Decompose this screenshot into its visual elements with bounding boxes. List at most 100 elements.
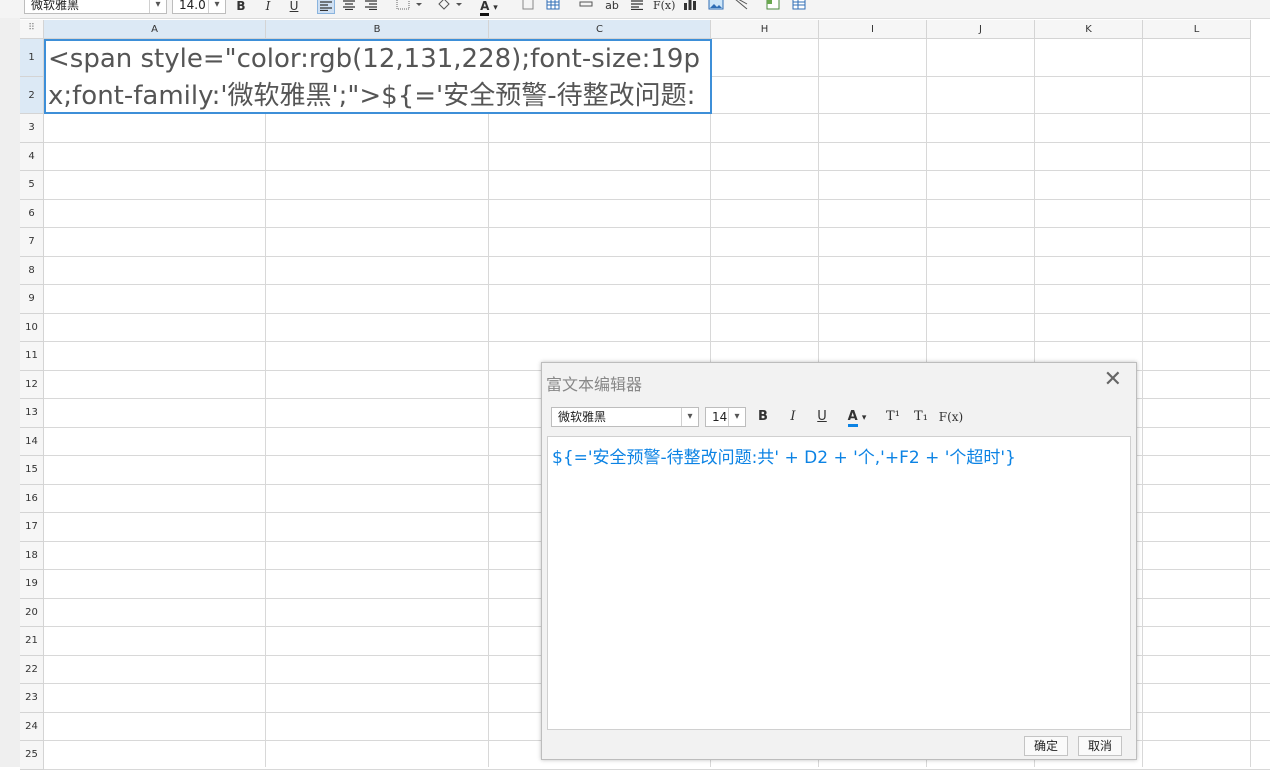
row-header-4[interactable]: 4 (20, 142, 44, 171)
row-header-8[interactable]: 8 (20, 256, 44, 285)
dialog-font-size-value: 14 (712, 410, 728, 424)
sheet-icon (766, 0, 780, 10)
list-button[interactable] (791, 0, 807, 14)
table-icon (546, 0, 560, 10)
slash-icon (735, 0, 748, 10)
dialog-formula-button[interactable]: F(x) (938, 407, 964, 427)
column-header-k[interactable]: K (1035, 20, 1143, 39)
dialog-font-size-select[interactable]: 14 ▾ (705, 407, 746, 427)
border-button[interactable] (394, 0, 426, 14)
subscript-button[interactable]: T₁ (910, 407, 932, 427)
table-row[interactable] (44, 171, 1270, 200)
merge-button[interactable] (578, 0, 594, 14)
confirm-button[interactable]: 确定 (1024, 736, 1068, 756)
merge-icon (579, 1, 593, 7)
insert-cell-button[interactable] (520, 0, 536, 14)
slash-button[interactable] (733, 0, 749, 14)
chevron-down-icon[interactable]: ▾ (208, 0, 225, 13)
paragraph-button[interactable] (629, 0, 645, 14)
align-center-icon (343, 0, 355, 11)
chevron-down-icon: ▾ (493, 3, 498, 13)
column-header-b[interactable]: B (266, 20, 489, 39)
align-left-button[interactable] (317, 0, 335, 14)
dialog-italic-button[interactable]: I (786, 407, 800, 427)
cell-text-line-2: x;font-family:'微软雅黑';">${='安全预警-待整改问题: (48, 81, 696, 111)
cancel-button[interactable]: 取消 (1078, 736, 1122, 756)
table-row[interactable] (44, 257, 1270, 285)
chevron-down-icon[interactable]: ▾ (681, 408, 698, 426)
italic-button[interactable]: I (261, 0, 275, 14)
row-header-10[interactable]: 10 (20, 313, 44, 342)
select-all-corner[interactable]: ⠿ (20, 20, 44, 39)
left-panel-strip (0, 18, 20, 767)
merged-cell-a1-c2[interactable]: <span style="color:rgb(12,131,228);font-… (44, 39, 712, 114)
bold-button[interactable]: B (234, 0, 248, 14)
align-left-icon (320, 1, 332, 12)
row-header-15[interactable]: 15 (20, 456, 44, 485)
row-header-23[interactable]: 23 (20, 684, 44, 713)
image-icon (708, 0, 724, 10)
rich-text-editor-area[interactable]: ${='安全预警-待整改问题:共' + D2 + '个,'+F2 + '个超时'… (547, 436, 1131, 730)
superscript-button[interactable]: T¹ (882, 407, 904, 427)
underline-button[interactable]: U (287, 0, 301, 14)
column-header-c[interactable]: C (489, 20, 711, 39)
table-row[interactable] (44, 285, 1270, 314)
column-header-a[interactable]: A (44, 20, 266, 39)
table-row[interactable] (44, 114, 1270, 143)
cell-icon (522, 0, 534, 10)
row-header-14[interactable]: 14 (20, 427, 44, 456)
row-header-19[interactable]: 19 (20, 570, 44, 599)
align-right-icon (365, 0, 377, 11)
table-row[interactable] (44, 228, 1270, 257)
paragraph-icon (631, 0, 643, 11)
row-header-5[interactable]: 5 (20, 171, 44, 200)
close-icon[interactable]: ✕ (1104, 369, 1122, 391)
row-header-12[interactable]: 12 (20, 370, 44, 399)
row-header-22[interactable]: 22 (20, 655, 44, 684)
row-header-1[interactable]: 1 (20, 39, 44, 77)
chevron-down-icon[interactable]: ▾ (728, 408, 745, 426)
font-family-select[interactable]: 微软雅黑 ▾ (24, 0, 167, 14)
table-row[interactable] (44, 314, 1270, 342)
row-header-21[interactable]: 21 (20, 627, 44, 656)
column-header-j[interactable]: J (927, 20, 1035, 39)
chart-button[interactable] (682, 0, 698, 14)
formula-button[interactable]: F(x) (653, 0, 675, 14)
row-header-17[interactable]: 17 (20, 513, 44, 542)
chevron-down-icon[interactable]: ▾ (149, 0, 166, 13)
image-button[interactable] (707, 0, 725, 14)
row-header-25[interactable]: 25 (20, 741, 44, 770)
row-header-11[interactable]: 11 (20, 342, 44, 371)
column-header-i[interactable]: I (819, 20, 927, 39)
row-header-7[interactable]: 7 (20, 228, 44, 257)
align-right-button[interactable] (362, 0, 380, 14)
text-button[interactable]: ab (603, 0, 621, 14)
column-header-l[interactable]: L (1143, 20, 1251, 39)
row-header-3[interactable]: 3 (20, 114, 44, 143)
row-header-24[interactable]: 24 (20, 712, 44, 741)
column-header-h[interactable]: H (711, 20, 819, 39)
fill-color-button[interactable] (434, 0, 466, 14)
font-size-select[interactable]: 14.0 ▾ (172, 0, 226, 14)
dialog-font-color-button[interactable]: A ▾ (842, 407, 872, 427)
table-button[interactable] (545, 0, 561, 14)
dialog-font-family-select[interactable]: 微软雅黑 ▾ (551, 407, 699, 427)
font-color-button[interactable]: A ▾ (474, 0, 504, 16)
row-header-13[interactable]: 13 (20, 399, 44, 428)
align-center-button[interactable] (340, 0, 358, 14)
row-header-9[interactable]: 9 (20, 285, 44, 314)
editor-content: ${='安全预警-待整改问题:共' + D2 + '个,'+F2 + '个超时'… (552, 448, 1016, 468)
row-header-16[interactable]: 16 (20, 484, 44, 513)
row-header-18[interactable]: 18 (20, 541, 44, 570)
rich-text-editor-dialog: 富文本编辑器 ✕ 微软雅黑 ▾ 14 ▾ B I U A ▾ T¹ T₁ F(x… (541, 362, 1137, 760)
table-row[interactable] (44, 143, 1270, 171)
row-header-6[interactable]: 6 (20, 199, 44, 228)
dialog-title: 富文本编辑器 (546, 375, 643, 394)
dialog-bold-button[interactable]: B (756, 407, 770, 427)
main-toolbar: 微软雅黑 ▾ 14.0 ▾ B I U A ▾ ab F(x) (0, 0, 1270, 19)
table-row[interactable] (44, 200, 1270, 228)
row-header-20[interactable]: 20 (20, 598, 44, 627)
dialog-underline-button[interactable]: U (815, 407, 829, 427)
sheet-button[interactable] (765, 0, 781, 14)
row-header-2[interactable]: 2 (20, 77, 44, 114)
